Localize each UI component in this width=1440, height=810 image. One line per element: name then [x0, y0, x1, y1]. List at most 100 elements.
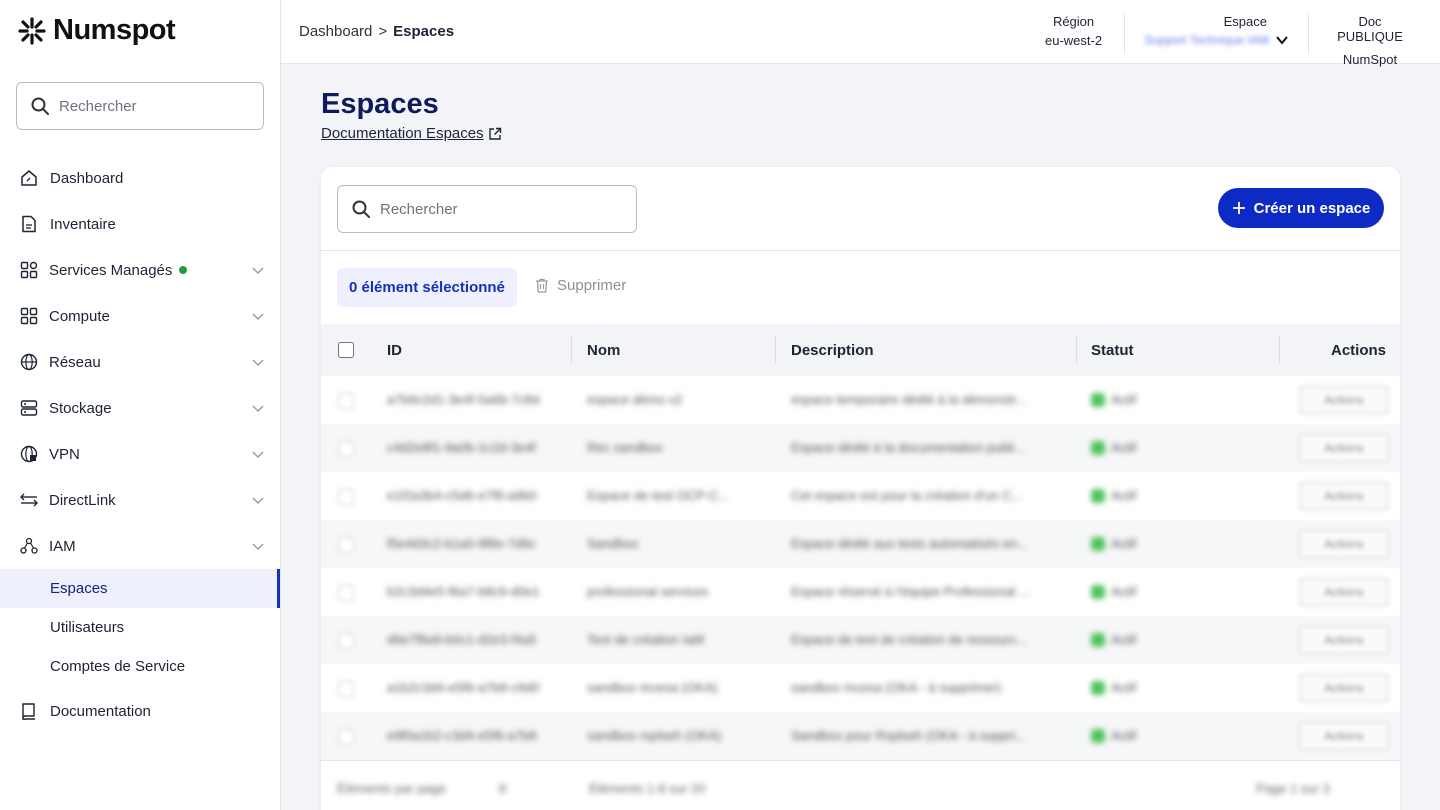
column-header-id[interactable]: ID — [387, 342, 402, 359]
table-row[interactable]: a7b9c2d1-3e4f-5a6b-7c8d espace démo v2 e… — [321, 376, 1400, 424]
cell-description: Sandbox pour Rsplseh (OKA - à suppri... — [791, 728, 1026, 743]
pagination-page[interactable]: Page 1 sur 3 — [1256, 781, 1330, 796]
create-space-button[interactable]: Créer un espace — [1218, 188, 1384, 228]
breadcrumb-separator: > — [378, 23, 388, 40]
breadcrumb-parent[interactable]: Dashboard — [299, 23, 372, 40]
delete-label: Supprimer — [557, 277, 627, 294]
status-badge: Actif — [1091, 440, 1136, 455]
sidebar-item-compute[interactable]: Compute — [0, 293, 280, 339]
table-row[interactable]: a1b2c3d4-e5f6-a7b8-c9d0 sandbox mcesa (O… — [321, 664, 1400, 712]
spaces-card: Créer un espace 0 élément sélectionné Su… — [321, 167, 1400, 810]
divider — [321, 250, 1400, 251]
book-icon — [22, 703, 35, 720]
sidebar-item-iam[interactable]: IAM — [0, 523, 280, 569]
doc-account[interactable]: Doc PUBLIQUE NumSpot — [1325, 14, 1415, 67]
status-badge: Actif — [1091, 488, 1136, 503]
table-row[interactable]: d6e7f8a9-b0c1-d2e3-f4a5 Test de création… — [321, 616, 1400, 664]
select-all-checkbox[interactable] — [338, 342, 354, 358]
row-actions-button[interactable]: Actions — [1299, 434, 1389, 462]
cell-description: Espace de test de création de ressourc..… — [791, 632, 1028, 647]
sidebar-item-dashboard[interactable]: Dashboard — [0, 155, 280, 201]
documentation-link[interactable]: Documentation Espaces — [321, 125, 502, 142]
cell-name: sandbox rsplseh (OKA) — [587, 728, 722, 743]
divider — [1124, 14, 1125, 54]
doc-label: Doc PUBLIQUE — [1337, 14, 1403, 44]
sidebar-item-label: Compute — [49, 307, 110, 325]
table-row[interactable]: b2c3d4e5-f6a7-b8c9-d0e1 professional ser… — [321, 568, 1400, 616]
delete-button[interactable]: Supprimer — [535, 277, 626, 294]
chevron-down-icon[interactable] — [1275, 33, 1289, 47]
space-value[interactable]: Support Technique IAM — [1144, 33, 1269, 47]
status-badge: Actif — [1091, 392, 1136, 407]
sidebar-item-label: DirectLink — [49, 491, 116, 509]
row-actions-button[interactable]: Actions — [1299, 674, 1389, 702]
numspot-logo[interactable]: Numspot — [17, 14, 176, 47]
table-row[interactable]: e1f2a3b4-c5d6-e7f8-a9b0 Espace de test O… — [321, 472, 1400, 520]
space-selector[interactable]: Espace Support Technique IAM — [1139, 14, 1289, 47]
sidebar-search[interactable] — [16, 82, 264, 130]
dashboard-icon — [21, 170, 37, 186]
sidebar-item-services-manages[interactable]: Services Managés — [0, 247, 280, 293]
column-header-nom[interactable]: Nom — [587, 342, 620, 359]
sidebar-item-reseau[interactable]: Réseau — [0, 339, 280, 385]
table-row[interactable]: c4d2e8f1-9a0b-1c2d-3e4f Rec sandbox Espa… — [321, 424, 1400, 472]
divider — [1308, 14, 1309, 54]
storage-icon — [20, 400, 38, 416]
search-icon — [31, 97, 49, 115]
top-bar: Dashboard > Espaces Région eu-west-2 Esp… — [281, 0, 1440, 67]
doc-value: NumSpot — [1342, 52, 1398, 67]
sidebar-item-comptes-de-service[interactable]: Comptes de Service — [0, 647, 280, 686]
row-checkbox[interactable] — [338, 681, 354, 697]
status-badge: Actif — [1091, 680, 1136, 695]
column-header-statut[interactable]: Statut — [1091, 342, 1134, 359]
sidebar-item-vpn[interactable]: VPN — [0, 431, 280, 477]
cell-name: Rec sandbox — [587, 440, 663, 455]
column-header-description[interactable]: Description — [791, 342, 874, 359]
sidebar-item-directlink[interactable]: DirectLink — [0, 477, 280, 523]
row-checkbox[interactable] — [338, 729, 354, 745]
row-checkbox[interactable] — [338, 441, 354, 457]
table-row[interactable]: f5e4d3c2-b1a0-9f8e-7d6c Sandbox Espace d… — [321, 520, 1400, 568]
status-badge: Actif — [1091, 536, 1136, 551]
sidebar-item-inventaire[interactable]: Inventaire — [0, 201, 280, 247]
table-search-input[interactable] — [380, 200, 560, 218]
sidebar-item-documentation[interactable]: Documentation — [0, 688, 280, 734]
row-actions-button[interactable]: Actions — [1299, 386, 1389, 414]
row-actions-button[interactable]: Actions — [1299, 482, 1389, 510]
row-checkbox[interactable] — [338, 489, 354, 505]
row-actions-button[interactable]: Actions — [1299, 722, 1389, 750]
status-text: Actif — [1111, 488, 1137, 503]
sidebar-search-input[interactable] — [59, 97, 239, 115]
breadcrumb-current: Espaces — [393, 23, 455, 40]
row-actions-button[interactable]: Actions — [1299, 578, 1389, 606]
numspot-logo-icon — [18, 16, 46, 45]
row-actions-button[interactable]: Actions — [1299, 626, 1389, 654]
status-badge: Actif — [1091, 632, 1136, 647]
row-checkbox[interactable] — [338, 537, 354, 553]
column-header-actions: Actions — [1331, 342, 1387, 359]
cell-description: sandbox mcesa (OKA - à supprimer) — [791, 680, 1002, 695]
managed-services-icon — [20, 261, 38, 279]
sidebar-item-stockage[interactable]: Stockage — [0, 385, 280, 431]
row-checkbox[interactable] — [338, 393, 354, 409]
per-page-select[interactable]: 8 — [499, 781, 506, 796]
search-icon — [352, 200, 370, 218]
cell-description: espace temporaire dédié à la démonstr... — [791, 392, 1027, 407]
vpn-globe-icon — [20, 445, 38, 463]
table-header: ID Nom Description Statut Actions — [321, 324, 1400, 376]
cell-name: sandbox mcesa (OKA) — [587, 680, 718, 695]
inventory-icon — [22, 215, 36, 233]
sidebar-item-utilisateurs[interactable]: Utilisateurs — [0, 608, 280, 647]
table-row[interactable]: e9f0a1b2-c3d4-e5f6-a7b8 sandbox rsplseh … — [321, 712, 1400, 760]
table-search[interactable] — [337, 185, 637, 233]
column-divider — [571, 336, 572, 364]
row-checkbox[interactable] — [338, 585, 354, 601]
sidebar-nav: Dashboard Inventaire Services Managés Co… — [0, 155, 280, 734]
documentation-link-label: Documentation Espaces — [321, 125, 484, 142]
cell-description: Espace réservé à l'équipe Professional .… — [791, 584, 1030, 599]
row-actions-button[interactable]: Actions — [1299, 530, 1389, 558]
sidebar-item-espaces[interactable]: Espaces — [0, 569, 280, 608]
row-checkbox[interactable] — [338, 633, 354, 649]
sidebar-item-label: VPN — [49, 445, 80, 463]
region-label: Région — [1052, 14, 1095, 29]
